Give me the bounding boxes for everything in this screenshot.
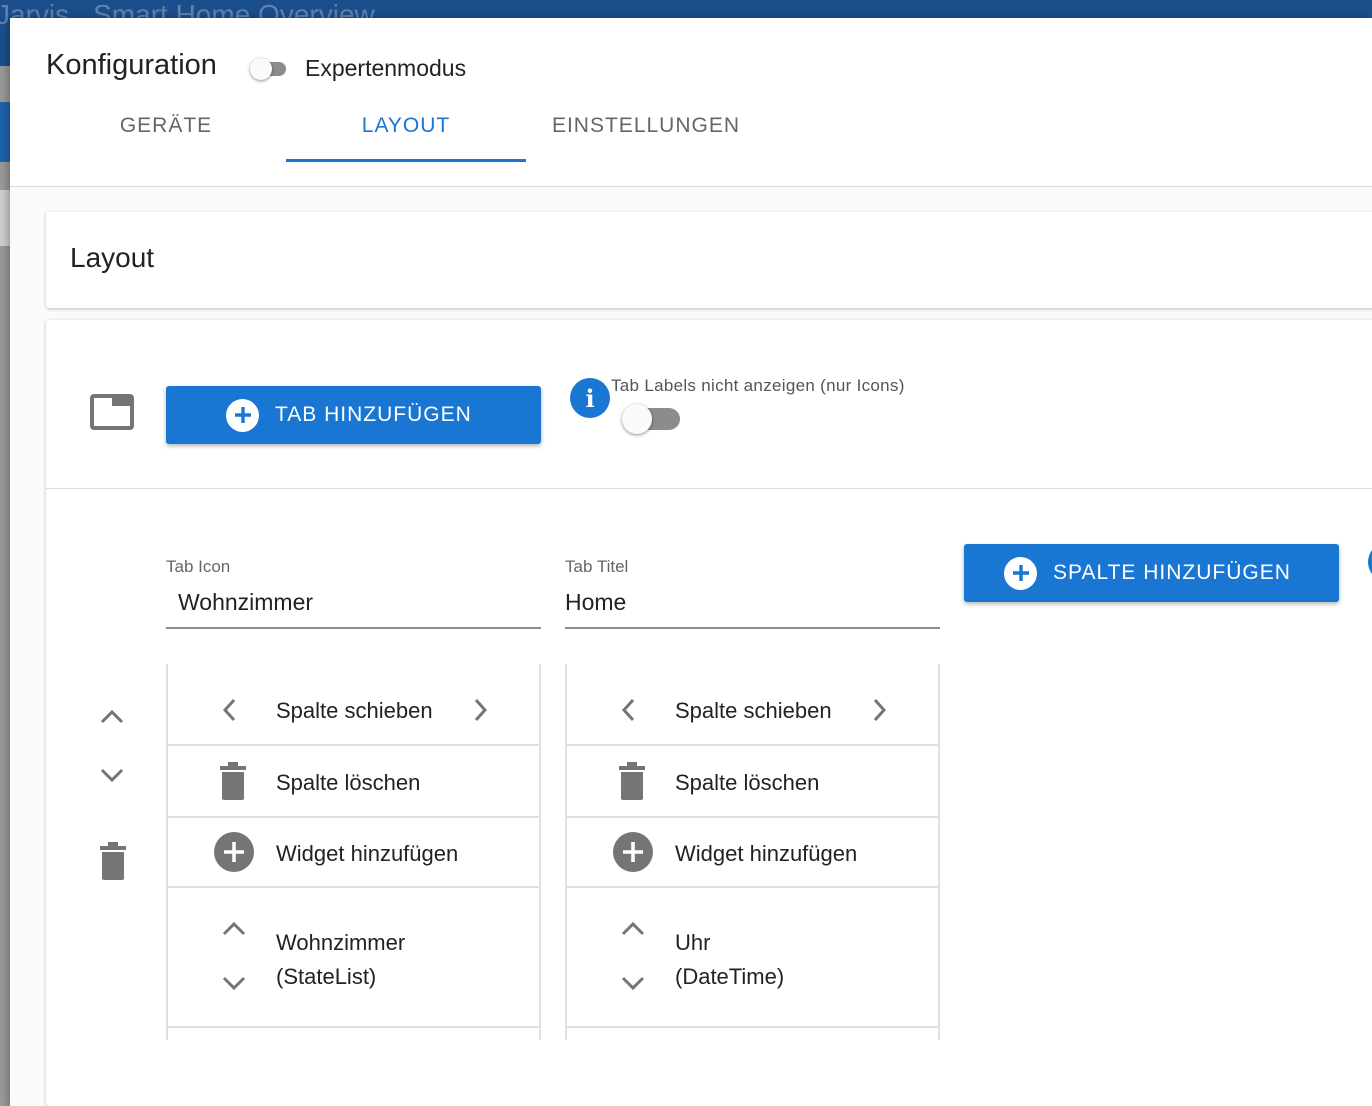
dialog-tabs: GERÄTE LAYOUT EINSTELLUNGEN <box>46 104 766 162</box>
dialog-header: Konfiguration Expertenmodus GERÄTE LAYOU… <box>10 18 1372 187</box>
widget-item: Wohnzimmer (StateList) <box>168 888 539 1028</box>
add-circle-icon <box>613 832 653 872</box>
widget-type: (StateList) <box>276 964 377 989</box>
tab-icon-field[interactable]: Tab Icon Wohnzimmer <box>166 557 541 629</box>
layout-header-card: Layout <box>46 212 1372 308</box>
delete-column-row[interactable]: Spalte löschen <box>168 746 539 818</box>
chevron-left-icon[interactable] <box>220 696 238 724</box>
add-column-button[interactable]: SPALTE HINZUFÜGEN <box>964 544 1339 602</box>
toggle-thumb <box>622 404 652 434</box>
tab-icon-field-label: Tab Icon <box>166 557 231 576</box>
add-widget-label: Widget hinzufügen <box>276 841 459 866</box>
tab-einstellungen[interactable]: EINSTELLUNGEN <box>526 104 766 162</box>
tab-title-input[interactable]: Home <box>565 589 940 629</box>
column-1: Spalte schieben Spalte löschen Widget hi… <box>166 664 541 1040</box>
plus-circle-icon <box>226 398 259 432</box>
delete-column-label: Spalte löschen <box>276 770 421 795</box>
move-column-label: Spalte schieben <box>675 698 832 723</box>
chevron-up-icon[interactable] <box>220 918 248 938</box>
section-title: Layout <box>70 242 155 273</box>
widget-name: Uhr <box>675 930 711 955</box>
add-widget-row[interactable]: Widget hinzufügen <box>168 818 539 888</box>
move-column-label: Spalte schieben <box>276 698 433 723</box>
widget-label[interactable]: Uhr (DateTime) <box>675 926 784 994</box>
dialog-title: Konfiguration <box>46 49 217 81</box>
background-sidebar-item <box>0 190 10 246</box>
column-2: Spalte schieben Spalte löschen Widget hi… <box>565 664 940 1040</box>
tab-geraete[interactable]: GERÄTE <box>46 104 286 162</box>
tab-title-field-label: Tab Titel <box>565 557 629 576</box>
plus-circle-icon <box>1004 556 1037 590</box>
trash-icon <box>619 762 645 800</box>
add-circle-icon <box>214 832 254 872</box>
widget-item: Uhr (DateTime) <box>567 888 938 1028</box>
toggle-thumb <box>250 58 272 80</box>
hide-tab-labels-text: Tab Labels nicht anzeigen (nur Icons) <box>611 376 905 395</box>
expert-mode-label: Expertenmodus <box>305 55 467 81</box>
move-column-row: Spalte schieben <box>168 664 539 746</box>
info-icon[interactable] <box>1368 542 1372 582</box>
tab-icon <box>90 394 134 430</box>
chevron-up-icon[interactable] <box>619 918 647 938</box>
chevron-left-icon[interactable] <box>619 696 637 724</box>
chevron-right-icon[interactable] <box>871 696 889 724</box>
tab-layout[interactable]: LAYOUT <box>286 104 526 162</box>
background-sidebar-item <box>0 102 10 162</box>
add-tab-label: TAB HINZUFÜGEN <box>275 403 472 426</box>
info-icon[interactable]: i <box>570 378 610 418</box>
move-tab-down-icon[interactable] <box>98 766 126 786</box>
divider <box>46 488 1372 489</box>
move-tab-up-icon[interactable] <box>98 706 126 726</box>
delete-column-row[interactable]: Spalte löschen <box>567 746 938 818</box>
add-widget-row[interactable]: Widget hinzufügen <box>567 818 938 888</box>
widget-label[interactable]: Wohnzimmer (StateList) <box>276 926 405 994</box>
widget-name: Wohnzimmer <box>276 930 406 955</box>
chevron-right-icon[interactable] <box>472 696 490 724</box>
add-tab-button[interactable]: TAB HINZUFÜGEN <box>166 386 541 444</box>
trash-icon <box>220 762 246 800</box>
delete-tab-icon[interactable] <box>100 842 126 880</box>
tab-title-field[interactable]: Tab Titel Home <box>565 557 940 629</box>
widget-type: (DateTime) <box>675 964 785 989</box>
tab-icon-input[interactable]: Wohnzimmer <box>166 589 541 629</box>
add-column-label: SPALTE HINZUFÜGEN <box>1053 561 1291 584</box>
add-widget-label: Widget hinzufügen <box>675 841 858 866</box>
chevron-down-icon[interactable] <box>619 974 647 994</box>
move-column-row: Spalte schieben <box>567 664 938 746</box>
delete-column-label: Spalte löschen <box>675 770 820 795</box>
configuration-dialog: Konfiguration Expertenmodus GERÄTE LAYOU… <box>10 18 1372 1106</box>
chevron-down-icon[interactable] <box>220 974 248 994</box>
layout-editor-card: TAB HINZUFÜGEN i Tab Labels nicht anzeig… <box>46 320 1372 1106</box>
